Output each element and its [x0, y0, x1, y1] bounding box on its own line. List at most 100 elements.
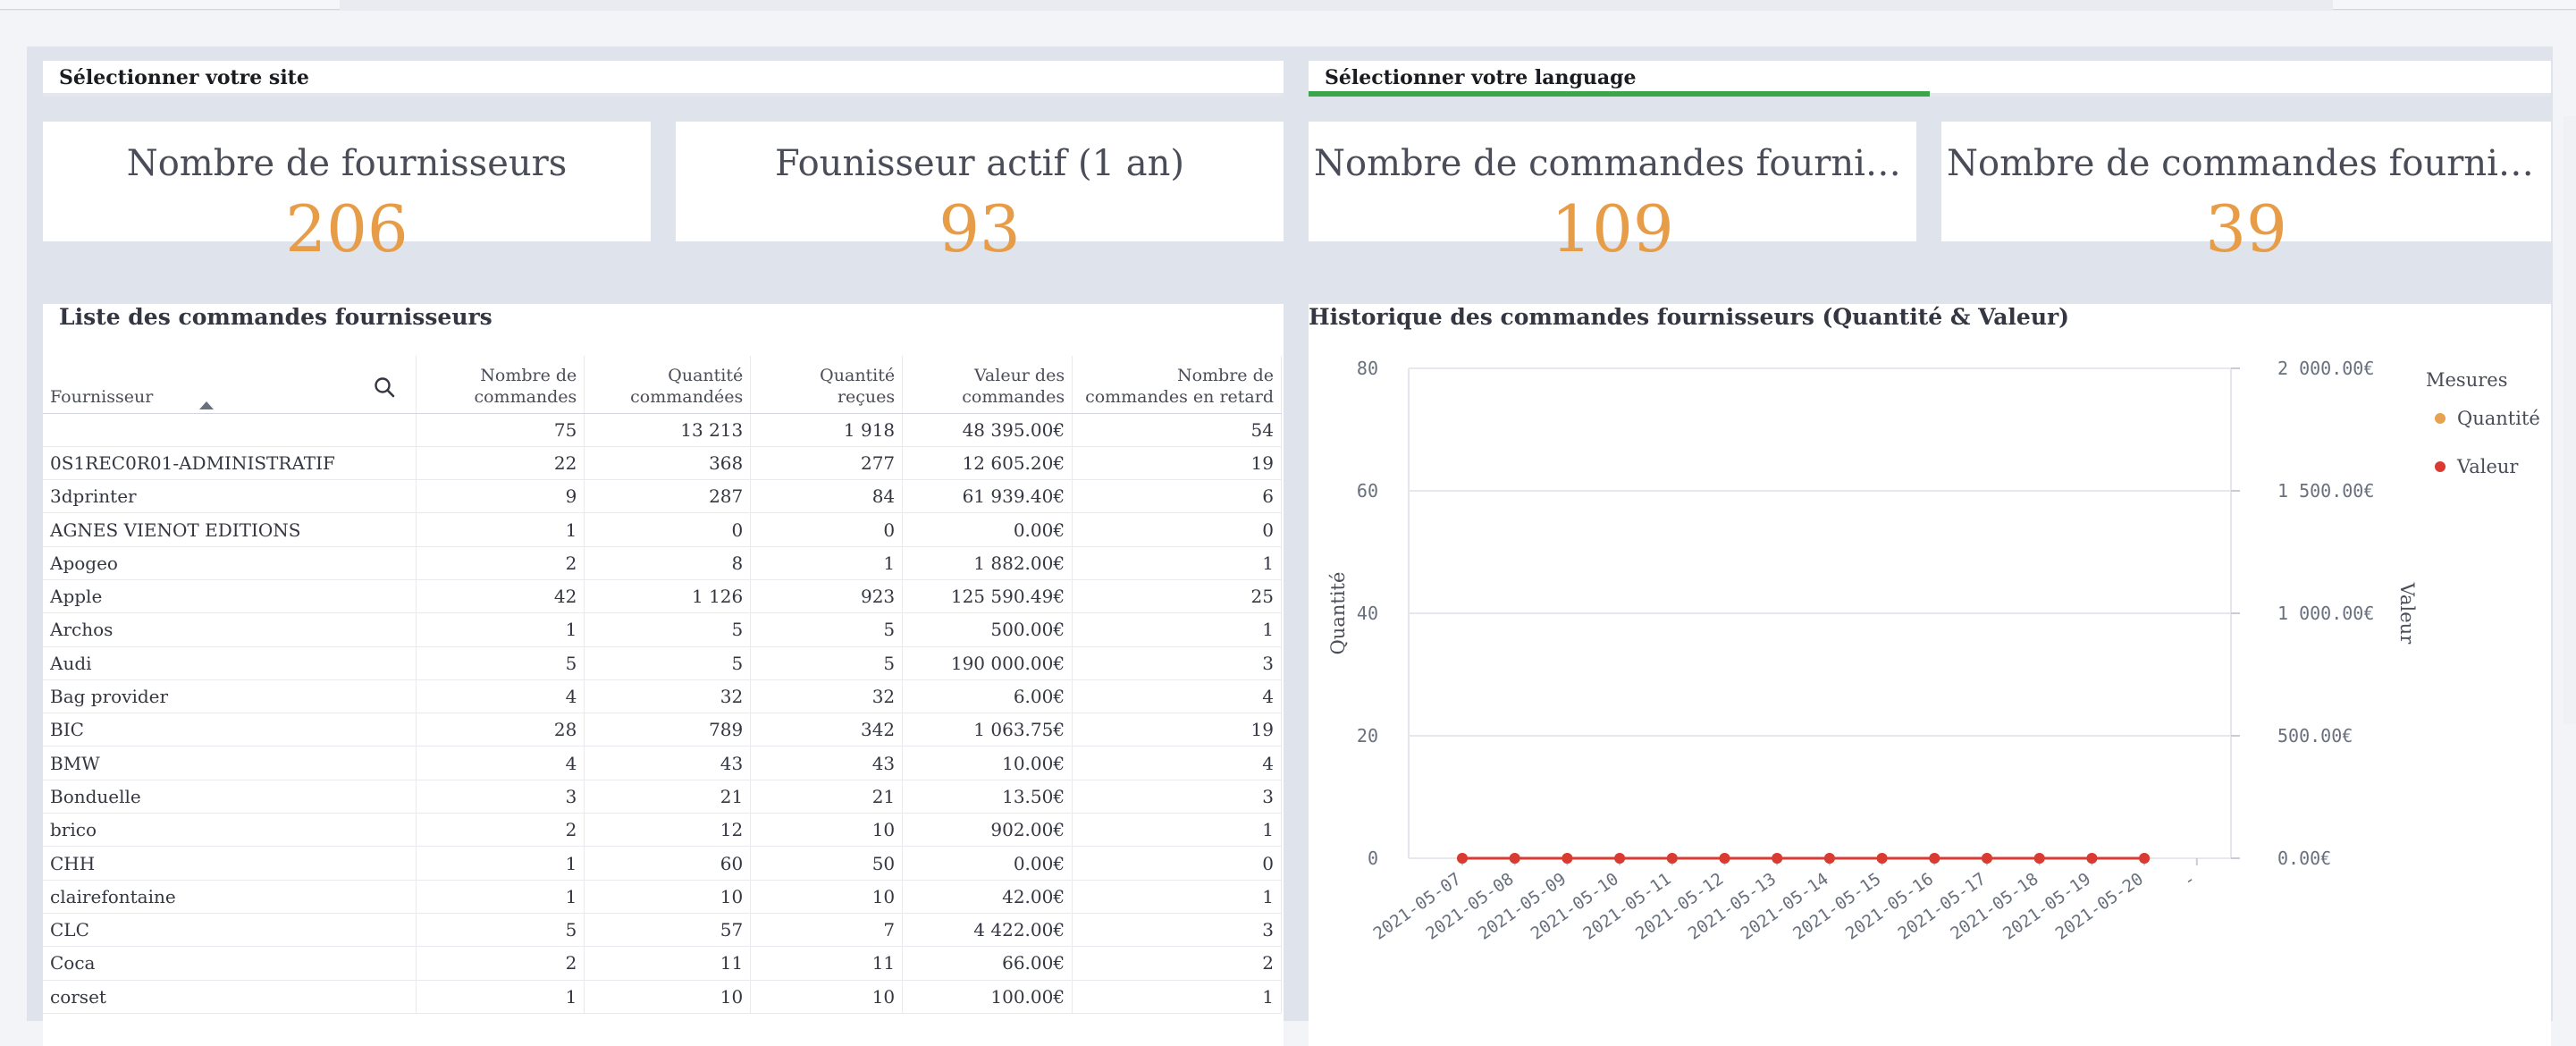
- table-cell: 10: [584, 880, 752, 914]
- site-selector-panel[interactable]: Sélectionner votre site: [43, 61, 1284, 97]
- cell-fournisseur[interactable]: BIC: [43, 713, 417, 747]
- metric-panel-orders-late: Nombre de commandes fournisseu… 39: [1941, 122, 2551, 266]
- table-cell: 2: [1072, 946, 1282, 981]
- table-row[interactable]: CLC 5 57 7 4 422.00€ 3: [43, 913, 1282, 948]
- table-cell: 57: [584, 913, 752, 948]
- table-row[interactable]: brico 2 12 10 902.00€ 1: [43, 813, 1282, 848]
- data-point-valeur: [1614, 853, 1626, 864]
- table-cell: 61 939.40€: [902, 479, 1073, 514]
- table-cell: 5: [416, 646, 585, 680]
- cell-fournisseur[interactable]: corset: [43, 980, 417, 1014]
- cell-fournisseur[interactable]: CHH: [43, 846, 417, 881]
- search-icon[interactable]: [373, 375, 396, 399]
- legend-marker-quantité: [2435, 413, 2446, 424]
- column-header-quantite-commandees[interactable]: Quantité commandées: [584, 356, 752, 414]
- cell-fournisseur[interactable]: Apple: [43, 579, 417, 614]
- table-row[interactable]: 0S1REC0R01-ADMINISTRATIF 22 368 277 12 605.2…: [43, 446, 1282, 481]
- table-row[interactable]: BIC 28 789 342 1 063.75€ 19: [43, 713, 1282, 747]
- cell-fournisseur[interactable]: 3dprinter: [43, 479, 417, 514]
- table-cell: 2: [416, 813, 585, 848]
- cell-fournisseur[interactable]: Audi: [43, 646, 417, 680]
- table-row[interactable]: Bag provider 4 32 32 6.00€ 4: [43, 679, 1282, 714]
- cell-fournisseur[interactable]: 0S1REC0R01-ADMINISTRATIF: [43, 446, 417, 481]
- table-cell: 923: [750, 579, 904, 614]
- table-cell: 277: [750, 446, 904, 481]
- cell-fournisseur[interactable]: CLC: [43, 913, 417, 948]
- y-left-tick-label: 60: [1357, 480, 1378, 502]
- column-header-nombre-commandes[interactable]: Nombre de commandes: [416, 356, 585, 414]
- table-cell: 1: [416, 980, 585, 1014]
- table-cell: 4 422.00€: [902, 913, 1073, 948]
- table-cell: 125 590.49€: [902, 579, 1073, 614]
- table-cell: 2: [416, 946, 585, 981]
- table-cell: 0: [750, 512, 904, 547]
- sort-ascending-icon[interactable]: [199, 401, 214, 409]
- cell-fournisseur[interactable]: Bonduelle: [43, 780, 417, 814]
- table-cell: 2: [416, 546, 585, 580]
- site-selector-line: [43, 93, 1284, 97]
- column-header-quantite-recues[interactable]: Quantité reçues: [750, 356, 904, 414]
- table-cell: 342: [750, 713, 904, 747]
- table-cell: 1: [750, 546, 904, 580]
- top-tab[interactable]: [0, 0, 340, 10]
- y-right-tick-label: 2 000.00€: [2277, 358, 2374, 379]
- metric-label: Nombre de fournisseurs: [126, 143, 568, 184]
- table-cell: 5: [750, 646, 904, 680]
- table-cell: 54: [1072, 413, 1282, 447]
- table-cell: 32: [750, 679, 904, 714]
- cell-fournisseur[interactable]: clairefontaine: [43, 880, 417, 914]
- table-row[interactable]: clairefontaine 1 10 10 42.00€ 1: [43, 880, 1282, 914]
- table-cell: 190 000.00€: [902, 646, 1073, 680]
- table-row[interactable]: Bonduelle 3 21 21 13.50€ 3: [43, 780, 1282, 814]
- table-row[interactable]: BMW 4 43 43 10.00€ 4: [43, 746, 1282, 780]
- cell-fournisseur[interactable]: Coca: [43, 946, 417, 981]
- metric-label: Nombre de commandes fournisseu…: [1314, 143, 1916, 184]
- language-selector-panel[interactable]: Sélectionner votre language: [1309, 61, 2551, 97]
- column-header-commandes-retard[interactable]: Nombre de commandes en retard: [1072, 356, 1282, 414]
- metric-panel-active-suppliers: Founisseur actif (1 an) 93: [676, 122, 1284, 266]
- table-cell: 50: [750, 846, 904, 881]
- table-cell: 1: [1072, 546, 1282, 580]
- table-totals-row[interactable]: 75 13 213 1 918 48 395.00€ 54: [43, 413, 1282, 447]
- y-right-tick-label: 1 000.00€: [2277, 603, 2374, 624]
- metric-value: 109: [1551, 191, 1674, 266]
- table-cell: 19: [1072, 713, 1282, 747]
- table-cell: 4: [1072, 746, 1282, 780]
- y-right-tick-label: 500.00€: [2277, 725, 2353, 747]
- table-row[interactable]: Apogeo 2 8 1 1 882.00€ 1: [43, 546, 1282, 580]
- cell-fournisseur[interactable]: Apogeo: [43, 546, 417, 580]
- orders-history-panel: Historique des commandes fournisseurs (Q…: [1309, 304, 2551, 1046]
- table-cell: 1 063.75€: [902, 713, 1073, 747]
- column-header-valeur-commandes[interactable]: Valeur des commandes: [902, 356, 1073, 414]
- table-row[interactable]: 3dprinter 9 287 84 61 939.40€ 6: [43, 479, 1282, 514]
- cell-fournisseur[interactable]: AGNES VIENOT EDITIONS: [43, 512, 417, 547]
- cell-fournisseur[interactable]: [43, 413, 417, 447]
- cell-fournisseur[interactable]: BMW: [43, 746, 417, 780]
- y-left-axis-label: Quantité: [1327, 572, 1349, 655]
- table-cell: 0.00€: [902, 846, 1073, 881]
- cell-fournisseur[interactable]: brico: [43, 813, 417, 848]
- cell-fournisseur[interactable]: Bag provider: [43, 679, 417, 714]
- table-row[interactable]: Apple 42 1 126 923 125 590.49€ 25: [43, 579, 1282, 614]
- table-cell: 5: [416, 913, 585, 948]
- cell-fournisseur[interactable]: Archos: [43, 612, 417, 647]
- table-row[interactable]: corset 1 10 10 100.00€ 1: [43, 980, 1282, 1014]
- column-header-fournisseur[interactable]: Fournisseur: [43, 356, 417, 414]
- table-cell: 12: [584, 813, 752, 848]
- table-cell: 500.00€: [902, 612, 1073, 647]
- table-row[interactable]: CHH 1 60 50 0.00€ 0: [43, 846, 1282, 881]
- table-cell: 5: [584, 646, 752, 680]
- table-row[interactable]: Archos 1 5 5 500.00€ 1: [43, 612, 1282, 647]
- table-cell: 789: [584, 713, 752, 747]
- dashboard-canvas: Sélectionner votre site Sélectionner vot…: [27, 46, 2576, 1046]
- page-scrollbar[interactable]: [2563, 116, 2576, 724]
- table-cell: 100.00€: [902, 980, 1073, 1014]
- data-point-valeur: [1876, 853, 1888, 864]
- top-tab[interactable]: [2333, 0, 2576, 10]
- table-cell: 4: [416, 746, 585, 780]
- table-row[interactable]: AGNES VIENOT EDITIONS 1 0 0 0.00€ 0: [43, 512, 1282, 547]
- table-cell: 48 395.00€: [902, 413, 1073, 447]
- table-cell: 4: [1072, 679, 1282, 714]
- table-row[interactable]: Coca 2 11 11 66.00€ 2: [43, 946, 1282, 981]
- table-row[interactable]: Audi 5 5 5 190 000.00€ 3: [43, 646, 1282, 680]
